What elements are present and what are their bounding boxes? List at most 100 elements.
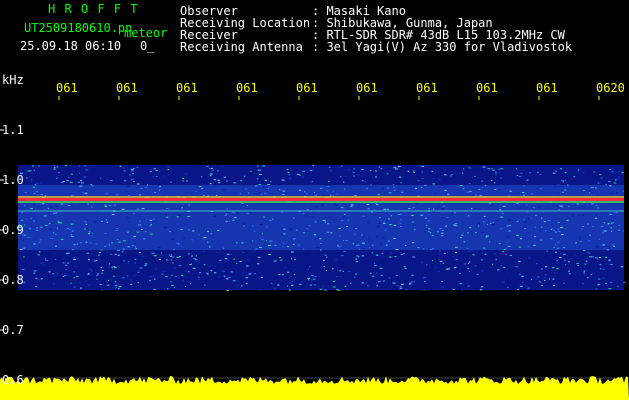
noise-speckle	[551, 267, 555, 269]
noise-speckle	[528, 258, 531, 260]
noise-speckle	[94, 221, 97, 223]
noise-speckle	[130, 169, 134, 170]
noise-speckle	[548, 278, 550, 280]
noise-speckle	[506, 241, 508, 243]
noise-speckle	[617, 176, 621, 178]
noise-speckle	[176, 216, 179, 218]
noise-speckle	[263, 216, 265, 218]
noise-speckle	[282, 274, 284, 276]
noise-speckle	[209, 175, 212, 177]
noise-speckle	[207, 230, 209, 232]
noise-speckle	[437, 206, 440, 208]
noise-speckle	[70, 282, 72, 284]
noise-speckle	[332, 268, 334, 270]
noise-speckle	[64, 165, 67, 167]
noise-speckle	[613, 246, 615, 247]
noise-speckle	[591, 203, 594, 205]
noise-speckle	[83, 165, 87, 167]
noise-speckle	[432, 248, 435, 249]
noise-speckle	[167, 166, 170, 168]
noise-speckle	[326, 256, 328, 258]
noise-speckle	[233, 212, 236, 213]
noise-speckle	[164, 226, 167, 228]
noise-speckle	[141, 248, 145, 250]
noise-speckle	[158, 247, 161, 249]
noise-speckle	[374, 265, 377, 267]
noise-speckle	[597, 284, 600, 286]
noise-speckle	[242, 223, 246, 225]
noise-speckle	[65, 269, 67, 271]
noise-speckle	[192, 267, 196, 269]
noise-speckle	[413, 170, 415, 172]
noise-speckle	[169, 231, 172, 233]
noise-speckle	[407, 170, 409, 172]
noise-speckle	[251, 240, 254, 242]
noise-speckle	[172, 262, 174, 264]
noise-speckle	[281, 280, 283, 282]
noise-speckle	[320, 178, 323, 180]
noise-speckle	[180, 274, 184, 276]
noise-speckle	[599, 264, 602, 266]
noise-speckle	[225, 258, 228, 260]
noise-speckle	[534, 185, 535, 187]
noise-speckle	[243, 231, 247, 233]
noise-speckle	[97, 239, 101, 241]
noise-speckle	[193, 288, 195, 290]
noise-speckle	[284, 223, 287, 225]
noise-speckle	[50, 238, 53, 240]
noise-speckle	[288, 212, 291, 214]
noise-speckle	[208, 246, 211, 248]
noise-speckle	[364, 181, 366, 183]
noise-speckle	[153, 288, 156, 290]
noise-speckle	[246, 213, 250, 215]
noise-speckle	[415, 230, 418, 232]
noise-speckle	[241, 285, 243, 287]
noise-band-core	[18, 185, 624, 250]
y-tick-6: 0.6	[2, 373, 24, 387]
noise-speckle	[606, 242, 610, 244]
noise-speckle	[302, 170, 305, 172]
noise-speckle	[389, 252, 392, 254]
noise-speckle	[517, 219, 520, 221]
noise-speckle	[455, 258, 458, 260]
noise-speckle	[394, 256, 397, 258]
noise-speckle	[56, 181, 58, 183]
noise-speckle	[352, 243, 355, 245]
noise-speckle	[582, 250, 586, 252]
noise-speckle	[376, 285, 379, 287]
noise-speckle	[550, 270, 554, 272]
noise-speckle	[500, 168, 503, 170]
noise-speckle	[582, 169, 585, 171]
noise-speckle	[554, 244, 557, 246]
noise-speckle	[178, 256, 181, 257]
noise-speckle	[91, 185, 94, 187]
noise-speckle	[362, 248, 366, 249]
noise-speckle	[36, 227, 38, 229]
noise-speckle	[85, 241, 88, 243]
noise-speckle	[343, 181, 345, 183]
noise-speckle	[67, 283, 69, 285]
noise-speckle	[435, 235, 439, 236]
noise-speckle	[287, 246, 290, 248]
noise-speckle	[78, 165, 81, 167]
noise-speckle	[162, 271, 166, 273]
noise-speckle	[257, 263, 260, 265]
noise-speckle	[38, 165, 40, 167]
noise-speckle	[34, 184, 37, 186]
noise-speckle	[524, 221, 526, 223]
noise-speckle	[71, 235, 74, 237]
noise-speckle	[108, 279, 110, 281]
noise-speckle	[342, 169, 346, 170]
noise-speckle	[282, 245, 284, 247]
noise-speckle	[28, 176, 32, 178]
noise-speckle	[576, 203, 580, 205]
noise-speckle	[190, 283, 192, 285]
noise-speckle	[33, 204, 36, 205]
noise-speckle	[170, 254, 173, 256]
noise-speckle	[475, 278, 477, 280]
noise-speckle	[198, 279, 200, 280]
noise-speckle	[66, 228, 70, 229]
noise-speckle	[451, 212, 453, 214]
noise-speckle	[503, 249, 506, 250]
noise-speckle	[22, 247, 26, 249]
